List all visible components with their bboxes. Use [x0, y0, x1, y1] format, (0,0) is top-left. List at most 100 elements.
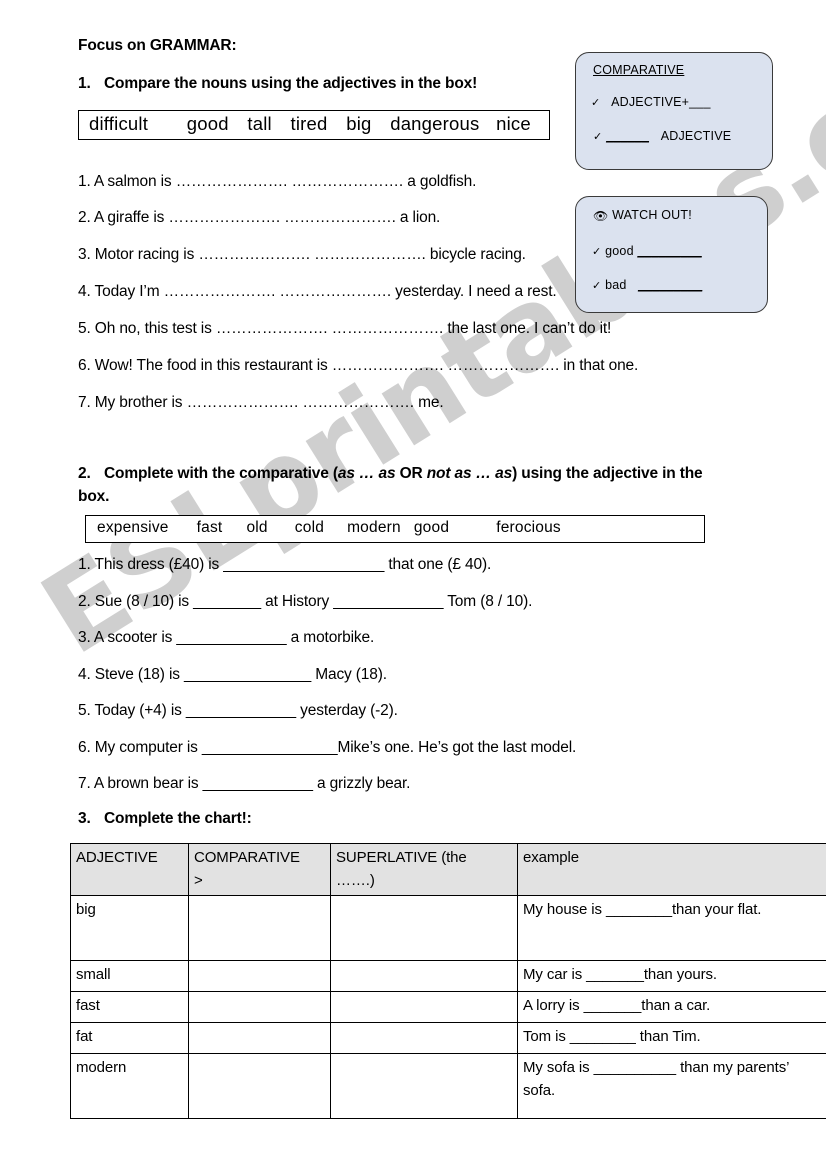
table-header-comparative-line1: COMPARATIVE: [194, 849, 300, 866]
wordbank-1-word-5: dangerous: [390, 113, 480, 134]
table-cell-superlative[interactable]: [330, 1052, 518, 1119]
exercise-2-item-2: 2. Sue (8 / 10) is ________ at History _…: [78, 593, 533, 610]
watch-out-item-1: ✓ good _________: [592, 244, 702, 258]
exercise-1-item-6: 6. Wow! The food in this restaurant is ……: [78, 357, 639, 374]
table-cell-comparative[interactable]: [188, 1052, 331, 1119]
check-icon: ✓: [593, 131, 603, 143]
table-cell-adjective: fat: [70, 1021, 189, 1054]
comparative-rule-2-text: ADJECTIVE: [660, 129, 732, 143]
table-cell-example: Tom is ________ than Tim.: [517, 1021, 826, 1054]
exercise-1-item-2: 2. A giraffe is …………………. …………………. a lion…: [78, 209, 441, 226]
table-header-superlative-line1: SUPERLATIVE (the: [336, 849, 467, 866]
wordbank-1-word-2: tall: [247, 113, 272, 134]
wordbank-2-word-1: fast: [196, 519, 223, 536]
comparative-info-box: COMPARATIVE ✓ ADJECTIVE+___ ✓ ______ ADJ…: [575, 52, 773, 170]
table-cell-superlative[interactable]: [330, 990, 518, 1023]
exercise-2-instruction-italic-1: as … as: [337, 465, 396, 482]
check-icon: ✓: [592, 246, 602, 258]
table-header-comparative: COMPARATIVE >: [188, 843, 331, 896]
table-cell-comparative[interactable]: [188, 990, 331, 1023]
table-cell-comparative[interactable]: [188, 959, 331, 992]
exercise-3-instruction: Complete the chart!:: [103, 810, 252, 827]
exercise-1-number: 1.: [78, 75, 91, 92]
exercise-1-wordbank-text: difficult good tall tired big dangerous …: [89, 113, 531, 135]
watch-out-item-1-blank: _________: [637, 244, 702, 258]
watch-out-title-row: 👁 WATCH OUT!: [593, 208, 692, 223]
table-header-superlative: SUPERLATIVE (the …….): [330, 843, 518, 896]
worksheet-page: Focus on GRAMMAR: 1. Compare the nouns u…: [0, 0, 826, 1169]
exercise-2-instruction-italic-2: not as … as: [426, 465, 513, 482]
exercise-1-item-3: 3. Motor racing is …………………. …………………. bic…: [78, 246, 526, 263]
check-icon: ✓: [592, 280, 602, 292]
exercise-2-wordbank-box: expensive fast old cold modern good fero…: [85, 515, 705, 543]
table-cell-adjective: big: [70, 894, 189, 961]
table-row: big My house is ________than your flat.: [70, 894, 826, 961]
wordbank-2-word-5: good: [413, 519, 450, 536]
table-cell-superlative[interactable]: [330, 894, 518, 961]
table-cell-comparative[interactable]: [188, 894, 331, 961]
watch-out-info-box: 👁 WATCH OUT! ✓ good _________ ✓ bad ____…: [575, 196, 768, 313]
table-row: fast A lorry is _______than a car.: [70, 990, 826, 1023]
exercise-2-instruction-line-2: box.: [78, 488, 110, 506]
page-title: Focus on GRAMMAR:: [78, 37, 237, 54]
table-cell-example: My car is _______than yours.: [517, 959, 826, 992]
exercise-2-instruction-mid: OR: [395, 465, 427, 482]
exercise-2-item-3: 3. A scooter is _____________ a motorbik…: [78, 629, 375, 646]
watch-out-item-2-word: bad: [605, 278, 627, 292]
wordbank-1-word-1: good: [186, 113, 229, 134]
exercise-2-instruction-b: ) using the adjective in the: [512, 465, 703, 482]
exercise-2-instruction-a: Complete with the comparative (: [103, 465, 338, 482]
table-cell-adjective: modern: [70, 1052, 189, 1119]
wordbank-2-word-4: modern: [347, 519, 401, 536]
table-header-row: ADJECTIVE COMPARATIVE > SUPERLATIVE (the…: [70, 843, 826, 896]
comparative-rule-1-text: ADJECTIVE+___: [611, 95, 711, 109]
exercise-2-item-6: 6. My computer is ________________Mike’s…: [78, 739, 577, 756]
exercise-1-heading: 1. Compare the nouns using the adjective…: [78, 75, 477, 93]
table-row: modern My sofa is __________ than my par…: [70, 1052, 826, 1119]
exercise-2-wordbank-text: expensive fast old cold modern good fero…: [97, 519, 561, 537]
table-cell-superlative[interactable]: [330, 1021, 518, 1054]
table-header-comparative-line2: >: [194, 872, 203, 890]
wordbank-2-word-6: ferocious: [496, 519, 561, 536]
watch-out-item-2-blank: _________: [637, 278, 703, 292]
exercise-1-item-5: 5. Oh no, this test is …………………. ………………….…: [78, 320, 612, 337]
comparative-rule-2: ✓ ______ ADJECTIVE: [593, 129, 731, 143]
wordbank-2-word-3: cold: [294, 519, 325, 536]
wordbank-1-word-0: difficult: [89, 113, 149, 134]
wordbank-2-word-0: expensive: [97, 519, 169, 536]
table-cell-superlative[interactable]: [330, 959, 518, 992]
watch-out-title: WATCH OUT!: [612, 208, 692, 222]
exercise-1-item-4: 4. Today I’m …………………. …………………. yesterday…: [78, 283, 557, 300]
exercise-2-item-1: 1. This dress (£40) is _________________…: [78, 556, 492, 573]
exercise-1-item-1: 1. A salmon is …………………. …………………. a goldf…: [78, 173, 477, 190]
exercise-1-item-7: 7. My brother is …………………. …………………. me.: [78, 394, 444, 411]
exercise-2-item-5: 5. Today (+4) is _____________ yesterday…: [78, 702, 398, 719]
table-header-superlative-line2: …….): [336, 872, 375, 890]
comparative-box-title: COMPARATIVE: [593, 63, 685, 77]
exercise-3-number: 3.: [78, 810, 91, 827]
comparative-rule-2-blank: ______: [606, 129, 650, 143]
exercise-2-number: 2.: [78, 465, 91, 482]
eye-icon: 👁: [593, 209, 609, 223]
table-cell-adjective: small: [70, 959, 189, 992]
comparative-rule-1: ✓ ADJECTIVE+___: [591, 95, 711, 109]
table-header-example: example: [517, 843, 826, 896]
wordbank-2-word-2: old: [246, 519, 268, 536]
wordbank-1-word-3: tired: [290, 113, 328, 134]
comparative-chart-table: ADJECTIVE COMPARATIVE > SUPERLATIVE (the…: [70, 843, 826, 1119]
table-cell-example: My sofa is __________ than my parents’ s…: [517, 1052, 826, 1119]
exercise-1-wordbank-box: difficult good tall tired big dangerous …: [78, 110, 550, 140]
wordbank-1-word-4: big: [346, 113, 372, 134]
exercise-1-instruction: Compare the nouns using the adjectives i…: [103, 75, 478, 92]
watch-out-item-2: ✓ bad _________: [592, 278, 702, 292]
exercise-2-item-4: 4. Steve (18) is _______________ Macy (1…: [78, 666, 387, 683]
table-header-adjective: ADJECTIVE: [70, 843, 189, 896]
exercise-3-heading: 3. Complete the chart!:: [78, 810, 252, 828]
wordbank-1-word-6: nice: [496, 113, 531, 134]
watch-out-item-1-word: good: [605, 244, 634, 258]
table-row: small My car is _______than yours.: [70, 959, 826, 992]
table-cell-adjective: fast: [70, 990, 189, 1023]
table-row: fat Tom is ________ than Tim.: [70, 1021, 826, 1054]
table-cell-comparative[interactable]: [188, 1021, 331, 1054]
table-cell-example: A lorry is _______than a car.: [517, 990, 826, 1023]
